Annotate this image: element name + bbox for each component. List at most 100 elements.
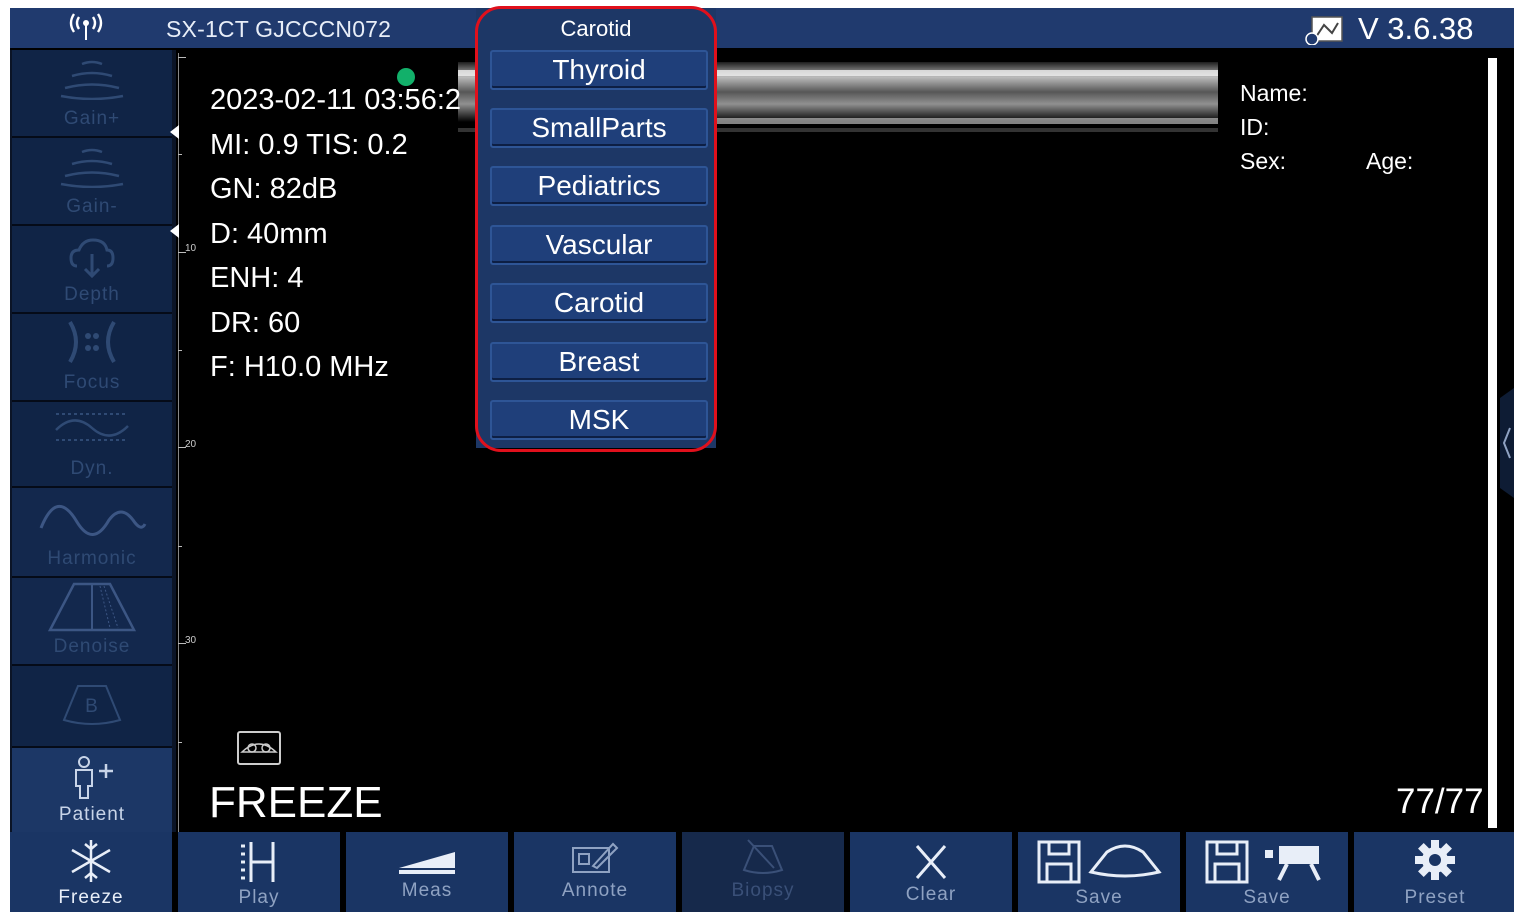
scale-line bbox=[178, 53, 179, 833]
gain-up-icon bbox=[60, 60, 124, 100]
focus-marker[interactable] bbox=[170, 125, 179, 139]
clear-icon bbox=[915, 845, 947, 879]
mi-tis: MI: 0.9 TIS: 0.2 bbox=[210, 128, 408, 161]
scale-tick bbox=[178, 350, 182, 351]
patient-icon bbox=[75, 756, 113, 799]
biopsy-icon bbox=[742, 839, 784, 874]
software-version: V 3.6.38 bbox=[1358, 11, 1474, 46]
patient-info: Name: ID: Sex: Age: bbox=[1240, 76, 1413, 178]
focus-icon bbox=[68, 320, 116, 364]
depth-scale: 10 20 30 bbox=[170, 53, 196, 833]
save-video-button[interactable]: Save bbox=[1186, 832, 1348, 912]
gain-up-label: Gain+ bbox=[63, 108, 121, 129]
preset-button[interactable]: Preset bbox=[1354, 832, 1514, 912]
play-cine-icon bbox=[241, 842, 275, 882]
play-label: Play bbox=[238, 887, 280, 908]
preset-item-carotid[interactable]: Carotid bbox=[490, 283, 708, 323]
measure-icon bbox=[399, 852, 455, 874]
denoise-label: Denoise bbox=[53, 636, 131, 657]
preset-item-vascular[interactable]: Vascular bbox=[490, 225, 708, 265]
probe-icon bbox=[237, 731, 281, 765]
gain-down-button[interactable]: Gain- bbox=[12, 138, 172, 226]
harmonic-label: Harmonic bbox=[47, 548, 137, 569]
save-image-button[interactable]: Save bbox=[1018, 832, 1180, 912]
harmonic-button[interactable]: Harmonic bbox=[12, 488, 172, 578]
patient-sex-age-row: Sex: Age: bbox=[1240, 144, 1413, 178]
side-panel-toggle-icon[interactable] bbox=[1500, 388, 1514, 498]
device-name: SX-1CT GJCCCN072 bbox=[166, 16, 392, 42]
preset-current[interactable]: Carotid bbox=[476, 16, 716, 42]
patient-id-label: ID: bbox=[1240, 114, 1270, 140]
save-image-label: Save bbox=[1075, 887, 1123, 908]
preset-item-pediatrics[interactable]: Pediatrics bbox=[490, 166, 708, 206]
focus-marker[interactable] bbox=[170, 224, 179, 238]
focus-button[interactable]: Focus bbox=[12, 314, 172, 402]
dyn-label: Dyn. bbox=[70, 458, 114, 479]
patient-name-label: Name: bbox=[1240, 80, 1308, 106]
freeze-status: FREEZE bbox=[209, 778, 383, 827]
scale-label-20: 20 bbox=[185, 439, 197, 450]
frame-counter: 77/77 bbox=[1396, 782, 1484, 821]
annote-button[interactable]: Annote bbox=[514, 832, 676, 912]
enh-value: ENH: 4 bbox=[210, 262, 304, 294]
biopsy-label: Biopsy bbox=[731, 880, 795, 901]
frequency-value: F: H10.0 MHz bbox=[210, 351, 389, 383]
save-video-label: Save bbox=[1243, 887, 1291, 908]
depth-button[interactable]: Depth bbox=[12, 226, 172, 314]
gain-value: GN: 82dB bbox=[210, 173, 338, 205]
scale-tick bbox=[178, 742, 182, 743]
scale-tick bbox=[178, 154, 182, 155]
left-sidebar: Gain+ Gain- Depth Focus Dyn. Harmonic De… bbox=[10, 50, 176, 834]
preset-item-breast[interactable]: Breast bbox=[490, 342, 708, 382]
patient-label: Patient bbox=[58, 804, 126, 825]
save-image-icon bbox=[1037, 840, 1162, 884]
gain-down-icon bbox=[60, 148, 124, 188]
b-mode-label: B bbox=[85, 696, 99, 717]
imaging-parameters: 2023-02-11 03:56:2 MI: 0.9 TIS: 0.2 GN: … bbox=[210, 78, 461, 390]
patient-age-label: Age: bbox=[1366, 148, 1414, 174]
cine-scrollbar[interactable] bbox=[1488, 58, 1497, 828]
freeze-button[interactable]: Freeze bbox=[10, 832, 172, 912]
clear-label: Clear bbox=[905, 884, 957, 905]
harmonic-icon bbox=[39, 504, 147, 536]
scale-label-10: 10 bbox=[185, 243, 197, 254]
gain-down-label: Gain- bbox=[66, 196, 118, 217]
scale-label-30: 30 bbox=[185, 635, 197, 646]
patient-button[interactable]: Patient bbox=[12, 748, 172, 834]
patient-sex-label: Sex: bbox=[1240, 148, 1287, 174]
b-mode-button[interactable]: B bbox=[12, 666, 172, 748]
top-bar: SX-1CT GJCCCN072 V 3.6.38 bbox=[10, 8, 1514, 48]
ultrasound-screen: SX-1CT GJCCCN072 V 3.6.38 Gain+ Gain- De… bbox=[10, 8, 1514, 912]
preset-label: Preset bbox=[1404, 887, 1466, 908]
dyn-button[interactable]: Dyn. bbox=[12, 402, 172, 488]
preset-dropdown: Carotid Thyroid SmallParts Pediatrics Va… bbox=[476, 8, 716, 448]
datetime: 2023-02-11 03:56:2 bbox=[210, 84, 462, 116]
clear-button[interactable]: Clear bbox=[850, 832, 1012, 912]
preset-item-msk[interactable]: MSK bbox=[490, 400, 708, 440]
annotate-icon bbox=[572, 842, 619, 873]
dynamic-range-icon bbox=[55, 413, 129, 441]
depth-label: Depth bbox=[64, 284, 120, 305]
bottom-toolbar: Freeze Play Meas Annote Biopsy Clear Sav… bbox=[10, 832, 1514, 912]
storage-icon[interactable] bbox=[1302, 15, 1344, 45]
gain-up-button[interactable]: Gain+ bbox=[12, 50, 172, 138]
wireless-icon bbox=[69, 13, 103, 40]
freeze-label: Freeze bbox=[58, 887, 124, 908]
annote-label: Annote bbox=[561, 880, 629, 901]
depth-icon bbox=[69, 238, 115, 279]
biopsy-button[interactable]: Biopsy bbox=[682, 832, 844, 912]
scale-tick bbox=[178, 546, 182, 547]
focus-label: Focus bbox=[63, 372, 121, 393]
preset-item-thyroid[interactable]: Thyroid bbox=[490, 50, 708, 90]
gear-icon bbox=[1415, 840, 1455, 880]
snowflake-icon bbox=[71, 840, 111, 882]
meas-button[interactable]: Meas bbox=[346, 832, 508, 912]
meas-label: Meas bbox=[401, 880, 453, 901]
dr-value: DR: 60 bbox=[210, 306, 301, 339]
save-video-icon bbox=[1205, 840, 1321, 884]
depth-value: D: 40mm bbox=[210, 217, 328, 250]
play-button[interactable]: Play bbox=[178, 832, 340, 912]
denoise-icon bbox=[47, 582, 137, 632]
denoise-button[interactable]: Denoise bbox=[12, 578, 172, 666]
preset-item-smallparts[interactable]: SmallParts bbox=[490, 108, 708, 148]
